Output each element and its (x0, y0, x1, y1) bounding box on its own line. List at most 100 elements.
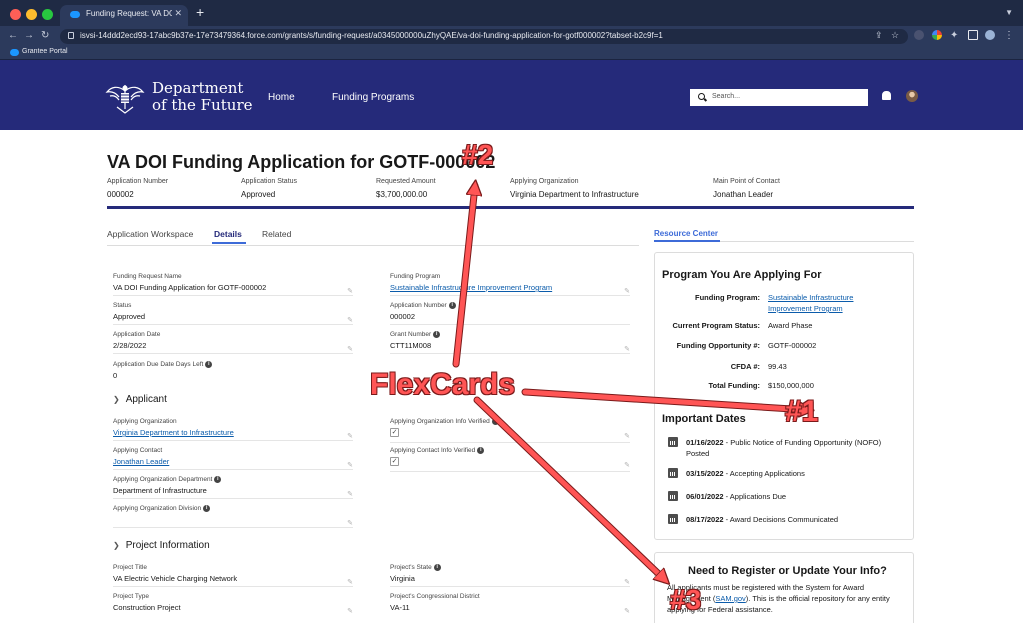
kebab-menu-icon[interactable]: ⋮ (1004, 30, 1014, 42)
date-value: 06/01/2022 (686, 492, 724, 501)
address-bar[interactable]: isvsi-14ddd2ecd93-17abc9b37e-17e73479364… (60, 29, 908, 44)
field-label: Applying Organization Department (113, 476, 213, 483)
edit-pencil-icon[interactable]: ✎ (624, 578, 630, 586)
field-value: Department of Infrastructure (113, 486, 207, 495)
new-tab-plus-icon[interactable]: + (196, 5, 204, 19)
highlight-label: Requested Amount (376, 178, 436, 185)
window-close-button[interactable] (10, 9, 21, 20)
side-panel-icon[interactable] (968, 30, 978, 40)
edit-pencil-icon[interactable]: ✎ (347, 316, 353, 324)
verified-checkbox[interactable]: ✓ (390, 457, 399, 466)
section-project-information-toggle[interactable]: ❯ Project Information (113, 540, 210, 551)
date-description: - Accepting Applications (723, 469, 805, 478)
close-icon[interactable]: ✕ (174, 8, 182, 19)
calendar-icon (668, 437, 678, 447)
field-label: Application Number (390, 302, 447, 309)
edit-pencil-icon[interactable]: ✎ (347, 432, 353, 440)
reload-icon[interactable]: ↻ (41, 30, 49, 42)
field-applying-organization-info-verified: Applying Organization Info Verified i ✓ ✎ (390, 418, 630, 443)
nav-home[interactable]: Home (268, 92, 295, 103)
info-icon[interactable]: i (433, 564, 441, 571)
window-minimize-button[interactable] (26, 9, 37, 20)
program-value: GOTF-000002 (768, 341, 817, 350)
forward-arrow-icon[interactable]: → (24, 30, 34, 42)
calendar-icon (668, 514, 678, 524)
bookmark-grantee-portal[interactable]: Grantee Portal (22, 48, 68, 55)
applying-contact-link[interactable]: Jonathan Leader (113, 457, 353, 467)
field-value: 000002 (390, 312, 416, 321)
field-applying-contact: Applying Contact Jonathan Leader ✎ (113, 447, 353, 470)
edit-pencil-icon[interactable]: ✎ (624, 461, 630, 469)
chrome-extension-icon[interactable] (932, 30, 942, 40)
edit-pencil-icon[interactable]: ✎ (624, 432, 630, 440)
tab-details[interactable]: Details (214, 229, 242, 239)
divider (113, 295, 353, 296)
annotation-number-2: #2 (462, 139, 494, 170)
browser-tab[interactable]: Funding Request: VA DOI Fundi... ✕ (60, 5, 188, 26)
eagle-seal-icon[interactable] (105, 79, 145, 115)
tab-resource-center[interactable]: Resource Center (654, 229, 718, 238)
highlight-value: 000002 (107, 190, 134, 199)
info-icon[interactable]: i (491, 418, 499, 425)
nav-funding-programs[interactable]: Funding Programs (332, 92, 414, 103)
edit-pencil-icon[interactable]: ✎ (347, 490, 353, 498)
puzzle-extensions-icon[interactable]: ✦ (950, 30, 958, 42)
field-value: VA-11 (390, 603, 410, 612)
field-applying-organization-division: Applying Organization Division i ✎ (113, 505, 353, 528)
edit-pencil-icon[interactable]: ✎ (347, 578, 353, 586)
edit-pencil-icon[interactable]: ✎ (347, 519, 353, 527)
edit-pencil-icon[interactable]: ✎ (347, 345, 353, 353)
info-icon[interactable]: i (448, 302, 456, 309)
section-applicant-toggle[interactable]: ❯ Applicant (113, 394, 167, 405)
search-input[interactable]: Search... (690, 89, 868, 106)
edit-pencil-icon[interactable]: ✎ (347, 607, 353, 615)
edit-pencil-icon[interactable]: ✎ (347, 287, 353, 295)
extension-icon[interactable] (914, 30, 924, 40)
profile-avatar-icon[interactable] (985, 30, 995, 40)
field-status: Status Approved ✎ (113, 302, 353, 325)
share-icon[interactable]: ⇪ (875, 30, 883, 41)
funding-program-link[interactable]: Sustainable Infrastructure Improvement P… (390, 283, 630, 293)
field-label: Applying Contact (113, 447, 163, 454)
browser-tab-bar: Funding Request: VA DOI Fundi... ✕ + ▼ (0, 0, 1023, 26)
list-item: 01/16/2022 - Public Notice of Funding Op… (668, 437, 898, 459)
field-label: Status (113, 302, 132, 309)
tab-application-workspace[interactable]: Application Workspace (107, 229, 193, 239)
active-tab-indicator (654, 240, 720, 242)
window-zoom-button[interactable] (42, 9, 53, 20)
edit-pencil-icon[interactable]: ✎ (347, 461, 353, 469)
edit-pencil-icon[interactable]: ✎ (624, 287, 630, 295)
edit-pencil-icon[interactable]: ✎ (624, 607, 630, 615)
brand-name[interactable]: Department of the Future (152, 80, 253, 114)
edit-pencil-icon[interactable]: ✎ (624, 345, 630, 353)
field-value: Virginia (390, 574, 415, 583)
list-item: 03/15/2022 - Accepting Applications (668, 468, 898, 480)
back-arrow-icon[interactable]: ← (8, 30, 18, 42)
annotation-flexcards: FlexCards (370, 368, 516, 401)
user-avatar[interactable] (906, 90, 918, 102)
program-value: Award Phase (768, 321, 813, 330)
info-icon[interactable]: i (214, 476, 222, 483)
date-value: 01/16/2022 (686, 438, 724, 447)
record-tabs: Application Workspace Details Related (107, 228, 639, 246)
bookmark-star-icon[interactable]: ☆ (891, 30, 899, 41)
info-icon[interactable]: i (477, 447, 485, 454)
field-funding-request-name: Funding Request Name VA DOI Funding Appl… (113, 273, 353, 296)
field-label: Applying Organization Info Verified (390, 418, 490, 425)
divider (390, 353, 630, 354)
program-link[interactable]: Sustainable Infrastructure Improvement P… (768, 292, 888, 314)
address-bar-url: isvsi-14ddd2ecd93-17abc9b37e-17e73479364… (80, 31, 663, 40)
sam-gov-link[interactable]: SAM.gov (715, 594, 745, 603)
info-icon[interactable]: i (203, 505, 211, 512)
chevron-down-icon[interactable]: ▼ (1005, 8, 1013, 17)
notification-bell-icon[interactable] (882, 91, 891, 100)
field-application-due-date-days-left: Application Due Date Days Left i 0 (113, 361, 353, 381)
applying-organization-link[interactable]: Virginia Department to Infrastructure (113, 428, 353, 438)
highlight-label: Application Number (107, 178, 169, 185)
bookmarks-bar: Grantee Portal (0, 46, 1023, 60)
info-icon[interactable]: i (205, 361, 213, 368)
date-value: 08/17/2022 (686, 515, 724, 524)
tab-related[interactable]: Related (262, 229, 291, 239)
info-icon[interactable]: i (433, 331, 441, 338)
verified-checkbox[interactable]: ✓ (390, 428, 399, 437)
